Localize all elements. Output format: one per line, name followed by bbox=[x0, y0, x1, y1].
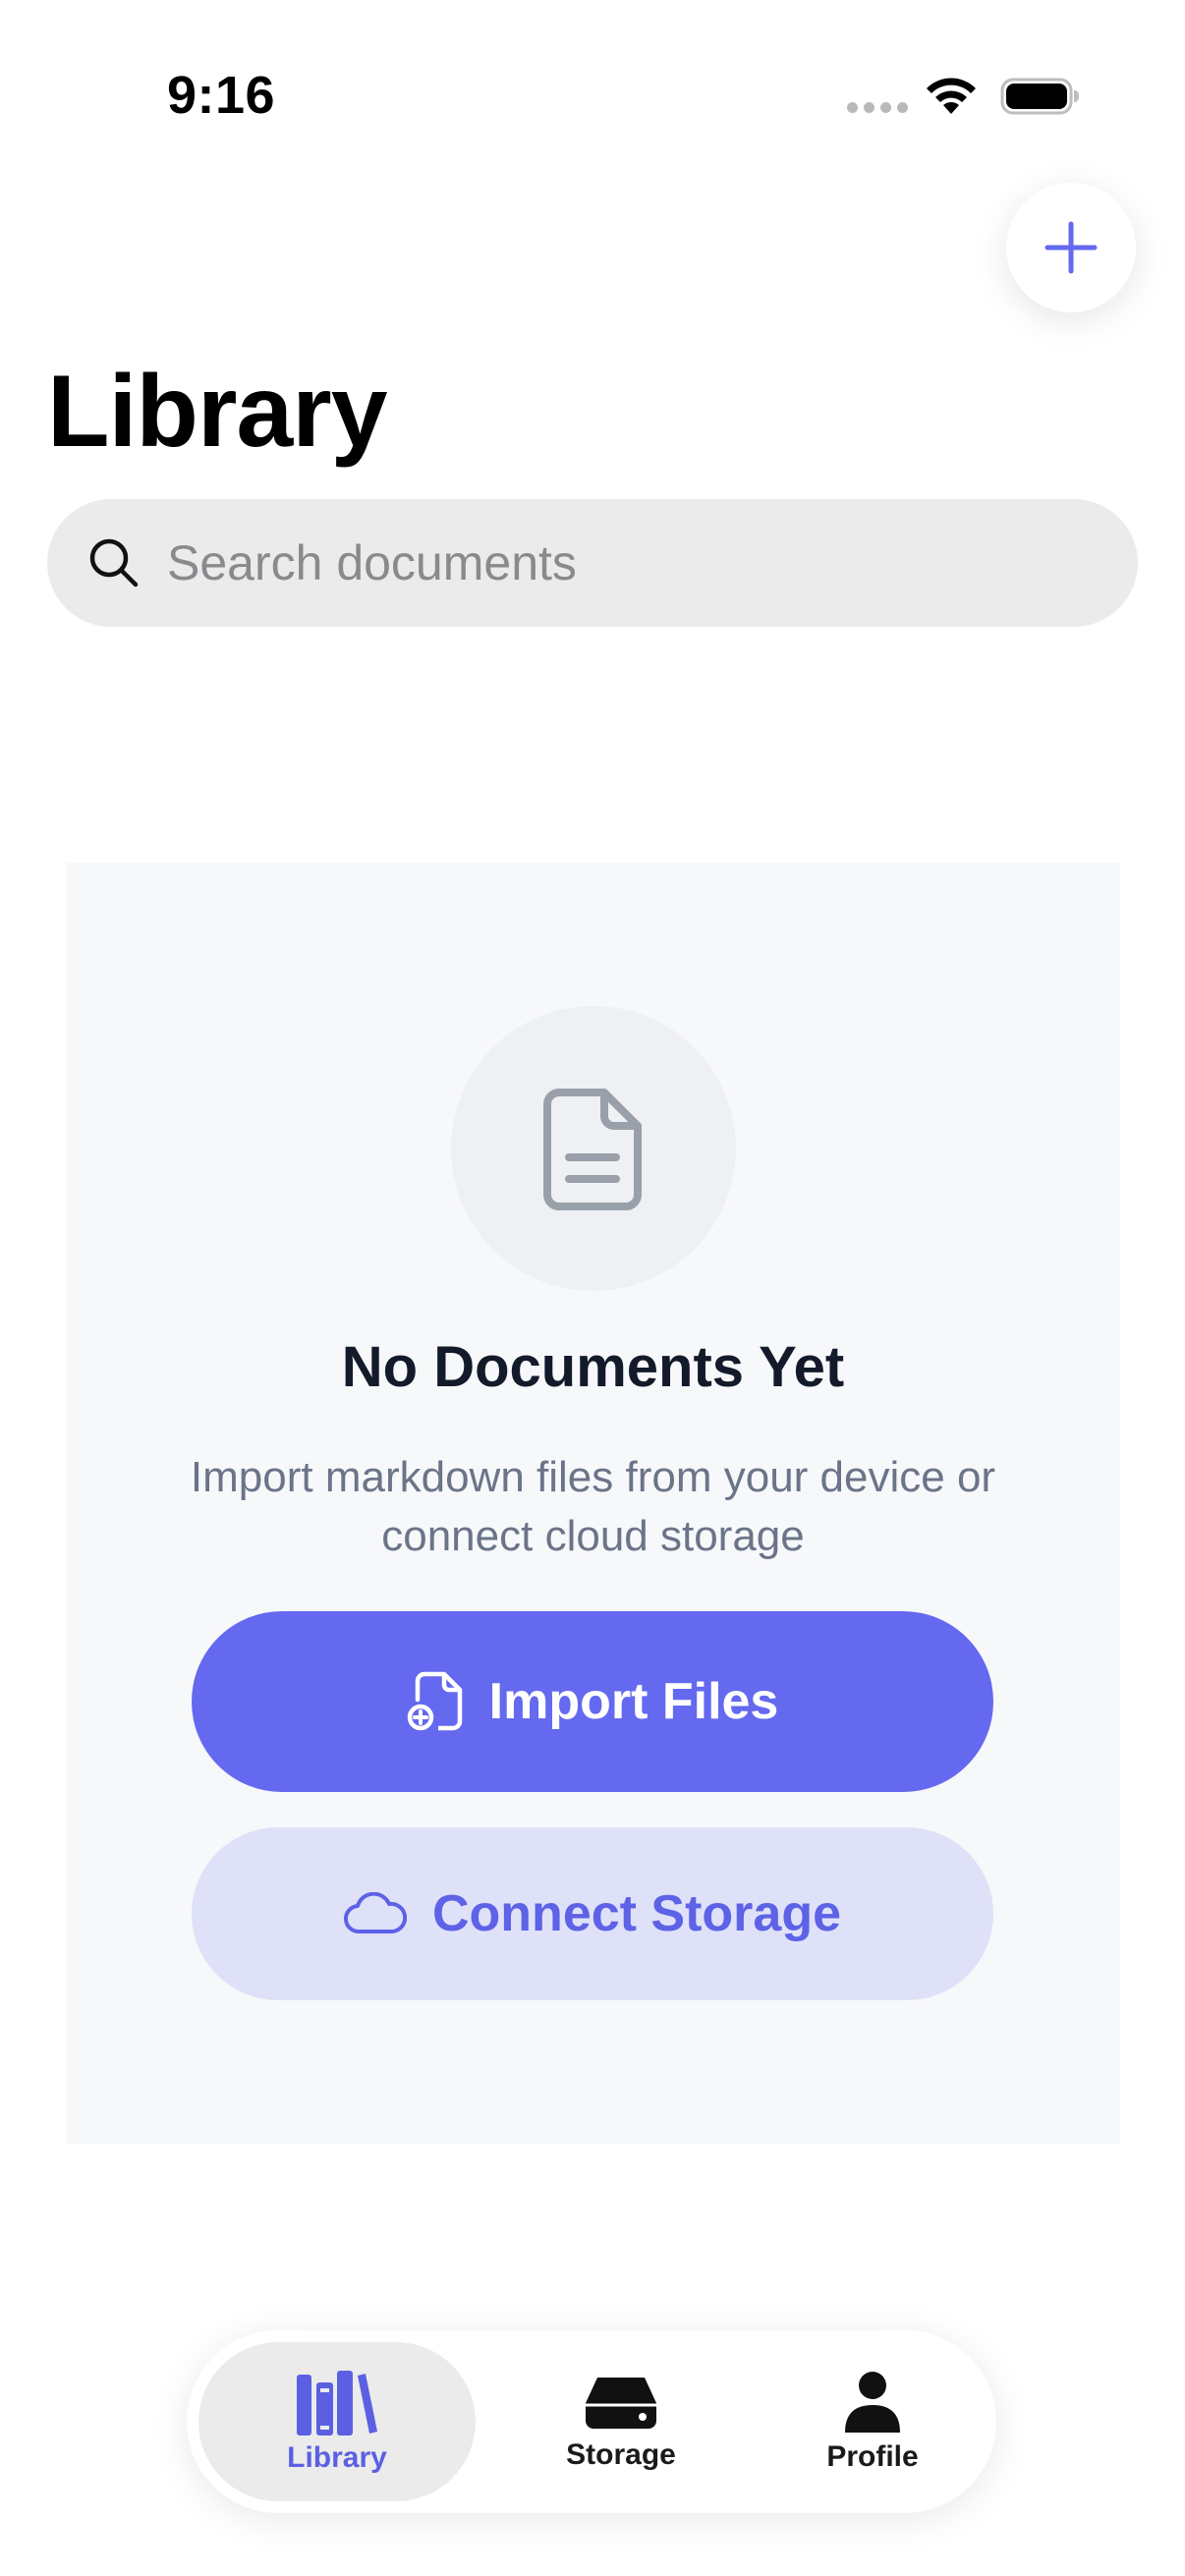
status-time: 9:16 bbox=[167, 66, 276, 125]
battery-icon bbox=[1000, 78, 1079, 115]
empty-state-title: No Documents Yet bbox=[341, 1335, 845, 1399]
import-files-button[interactable]: Import Files bbox=[192, 1611, 993, 1792]
tab-profile[interactable]: Profile bbox=[753, 2342, 992, 2501]
file-add-icon bbox=[407, 1671, 462, 1731]
tab-storage-label: Storage bbox=[566, 2438, 676, 2471]
person-icon bbox=[845, 2372, 900, 2433]
connect-storage-button[interactable]: Connect Storage bbox=[192, 1827, 993, 2000]
connect-storage-label: Connect Storage bbox=[431, 1885, 842, 1942]
tab-bar: Library Storage Profile bbox=[187, 2330, 996, 2513]
plus-icon bbox=[1044, 221, 1098, 274]
empty-state-card: No Documents Yet Import markdown files f… bbox=[66, 863, 1120, 2144]
drive-icon bbox=[586, 2378, 656, 2429]
add-document-button[interactable] bbox=[1006, 183, 1136, 312]
cellular-signal-icon bbox=[847, 102, 908, 113]
import-files-label: Import Files bbox=[488, 1673, 779, 1730]
document-icon bbox=[543, 1089, 642, 1210]
search-icon bbox=[89, 538, 139, 588]
page-title: Library bbox=[47, 355, 388, 469]
cloud-icon bbox=[343, 1892, 407, 1934]
search-bar[interactable] bbox=[47, 499, 1138, 627]
status-bar: 9:16 bbox=[0, 0, 1185, 187]
wifi-icon bbox=[927, 78, 976, 114]
tab-library-label: Library bbox=[287, 2441, 387, 2474]
document-icon-circle bbox=[451, 1006, 736, 1291]
tab-library[interactable]: Library bbox=[198, 2342, 476, 2501]
tab-storage[interactable]: Storage bbox=[501, 2342, 741, 2501]
books-icon bbox=[297, 2371, 377, 2436]
tab-profile-label: Profile bbox=[826, 2440, 919, 2473]
empty-state-description: Import markdown files from your device o… bbox=[190, 1453, 996, 1560]
search-input[interactable] bbox=[167, 534, 1051, 591]
